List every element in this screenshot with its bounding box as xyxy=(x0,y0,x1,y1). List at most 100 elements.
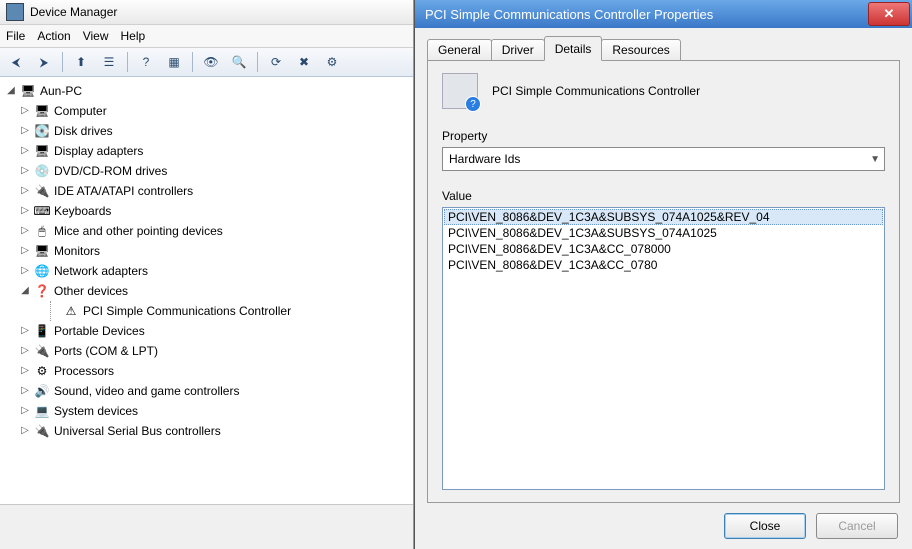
property-combobox[interactable]: Hardware Ids ▼ xyxy=(442,147,885,171)
hardware-id-item[interactable]: PCI\VEN_8086&DEV_1C3A&CC_078000 xyxy=(444,241,883,257)
expander-icon[interactable]: ▷ xyxy=(18,321,32,341)
expander-icon[interactable]: ◢ xyxy=(18,281,32,301)
tree-category-label: Disk drives xyxy=(54,121,113,141)
expander-icon[interactable]: ▷ xyxy=(18,261,32,281)
expander-icon[interactable]: ▷ xyxy=(18,121,32,141)
tb-scan-icon[interactable]: 🔍 xyxy=(227,50,251,74)
tree-root[interactable]: ◢ 🖥 Aun-PC xyxy=(4,81,413,101)
category-icon: 📱 xyxy=(34,323,50,339)
category-icon: 🔊 xyxy=(34,383,50,399)
menu-view[interactable]: View xyxy=(83,29,109,43)
tb-up-icon[interactable]: ⬆ xyxy=(69,50,93,74)
expander-icon[interactable]: ▷ xyxy=(18,401,32,421)
menu-file[interactable]: File xyxy=(6,29,25,43)
expander-icon[interactable]: ▷ xyxy=(18,181,32,201)
close-icon[interactable]: ✕ xyxy=(868,2,910,26)
value-label: Value xyxy=(442,189,885,203)
expander-icon[interactable]: ▷ xyxy=(18,361,32,381)
tree-category[interactable]: ▷🌐Network adapters xyxy=(4,261,413,281)
expander-icon[interactable]: ▷ xyxy=(18,201,32,221)
tree-category[interactable]: ▷📱Portable Devices xyxy=(4,321,413,341)
dm-app-icon xyxy=(6,3,24,21)
chevron-down-icon: ▼ xyxy=(870,154,880,165)
dlg-button-row: Close Cancel xyxy=(415,503,912,549)
tb-separator xyxy=(257,52,258,72)
tree-category-label: Computer xyxy=(54,101,107,121)
device-icon xyxy=(442,73,478,109)
category-icon: 🖥 xyxy=(34,143,50,159)
tb-disable-icon[interactable]: ⚙ xyxy=(320,50,344,74)
tb-update-driver-icon[interactable]: ⟳ xyxy=(264,50,288,74)
property-label: Property xyxy=(442,129,885,143)
tb-forward-icon[interactable]: ⮞ xyxy=(32,50,56,74)
tree-category-label: IDE ATA/ATAPI controllers xyxy=(54,181,193,201)
tree-category[interactable]: ▷🔌IDE ATA/ATAPI controllers xyxy=(4,181,413,201)
tree-category[interactable]: ▷🖥Computer xyxy=(4,101,413,121)
tree-root-label: Aun-PC xyxy=(40,81,82,101)
expander-icon[interactable]: ▷ xyxy=(18,241,32,261)
unknown-device-icon: ⚠ xyxy=(63,303,79,319)
category-icon: 🔌 xyxy=(34,343,50,359)
tree-category[interactable]: ▷⚙Processors xyxy=(4,361,413,381)
cancel-button[interactable]: Cancel xyxy=(816,513,898,539)
tree-category[interactable]: ▷🖥Display adapters xyxy=(4,141,413,161)
tb-uninstall-icon[interactable]: ✖ xyxy=(292,50,316,74)
tree-category[interactable]: ▷💻System devices xyxy=(4,401,413,421)
expander-icon[interactable]: ▷ xyxy=(18,141,32,161)
expander-icon[interactable]: ◢ xyxy=(4,81,18,101)
tb-help-icon[interactable]: ? xyxy=(134,50,158,74)
dlg-tabs: General Driver Details Resources xyxy=(427,36,900,60)
tab-resources[interactable]: Resources xyxy=(601,39,680,60)
expander-icon[interactable]: ▷ xyxy=(18,101,32,121)
hardware-id-item[interactable]: PCI\VEN_8086&DEV_1C3A&SUBSYS_074A1025&RE… xyxy=(444,209,883,225)
tab-details[interactable]: Details xyxy=(544,36,603,61)
dm-title-text: Device Manager xyxy=(30,5,117,19)
expander-icon[interactable]: ▷ xyxy=(18,221,32,241)
device-manager-window: Device Manager File Action View Help ⮜ ⮞… xyxy=(0,0,414,549)
tree-category-label: System devices xyxy=(54,401,138,421)
tree-category-label: Other devices xyxy=(54,281,128,301)
property-combobox-value: Hardware Ids xyxy=(449,152,520,166)
tb-separator xyxy=(127,52,128,72)
tab-driver[interactable]: Driver xyxy=(491,39,545,60)
device-tree[interactable]: ◢ 🖥 Aun-PC ▷🖥Computer▷💽Disk drives▷🖥Disp… xyxy=(0,77,413,504)
tree-category[interactable]: ▷💽Disk drives xyxy=(4,121,413,141)
tree-category-label: Processors xyxy=(54,361,114,381)
tree-category-label: Display adapters xyxy=(54,141,143,161)
tree-category[interactable]: ◢❓Other devices xyxy=(4,281,413,301)
tree-category[interactable]: ▷🔌Universal Serial Bus controllers xyxy=(4,421,413,441)
tb-back-icon[interactable]: ⮜ xyxy=(4,50,28,74)
tree-category[interactable]: ▷🖥Monitors xyxy=(4,241,413,261)
menu-help[interactable]: Help xyxy=(121,29,146,43)
tb-view-icon[interactable]: ▦ xyxy=(162,50,186,74)
expander-icon[interactable]: ▷ xyxy=(18,421,32,441)
tab-general[interactable]: General xyxy=(427,39,492,60)
tree-category-label: DVD/CD-ROM drives xyxy=(54,161,167,181)
tb-show-hidden-icon[interactable]: 👁 xyxy=(199,50,223,74)
tree-device[interactable]: ⚠PCI Simple Communications Controller xyxy=(4,301,413,321)
tree-device-label: PCI Simple Communications Controller xyxy=(83,301,291,321)
tb-properties-icon[interactable]: ☰ xyxy=(97,50,121,74)
tree-category[interactable]: ▷⌨Keyboards xyxy=(4,201,413,221)
dlg-title-text: PCI Simple Communications Controller Pro… xyxy=(425,7,713,22)
tree-category[interactable]: ▷🖱Mice and other pointing devices xyxy=(4,221,413,241)
category-icon: 💻 xyxy=(34,403,50,419)
close-button[interactable]: Close xyxy=(724,513,806,539)
hardware-id-item[interactable]: PCI\VEN_8086&DEV_1C3A&SUBSYS_074A1025 xyxy=(444,225,883,241)
tree-category[interactable]: ▷🔌Ports (COM & LPT) xyxy=(4,341,413,361)
expander-icon[interactable]: ▷ xyxy=(18,381,32,401)
category-icon: 💽 xyxy=(34,123,50,139)
expander-icon[interactable]: ▷ xyxy=(18,341,32,361)
expander-icon[interactable]: ▷ xyxy=(18,161,32,181)
tb-separator xyxy=(192,52,193,72)
tree-category-label: Universal Serial Bus controllers xyxy=(54,421,221,441)
tree-category-label: Mice and other pointing devices xyxy=(54,221,223,241)
tree-category[interactable]: ▷💿DVD/CD-ROM drives xyxy=(4,161,413,181)
dlg-titlebar: PCI Simple Communications Controller Pro… xyxy=(415,0,912,28)
tree-category[interactable]: ▷🔊Sound, video and game controllers xyxy=(4,381,413,401)
category-icon: 🌐 xyxy=(34,263,50,279)
menu-action[interactable]: Action xyxy=(37,29,70,43)
hardware-id-item[interactable]: PCI\VEN_8086&DEV_1C3A&CC_0780 xyxy=(444,257,883,273)
category-icon: ⌨ xyxy=(34,203,50,219)
value-listbox[interactable]: PCI\VEN_8086&DEV_1C3A&SUBSYS_074A1025&RE… xyxy=(442,207,885,490)
